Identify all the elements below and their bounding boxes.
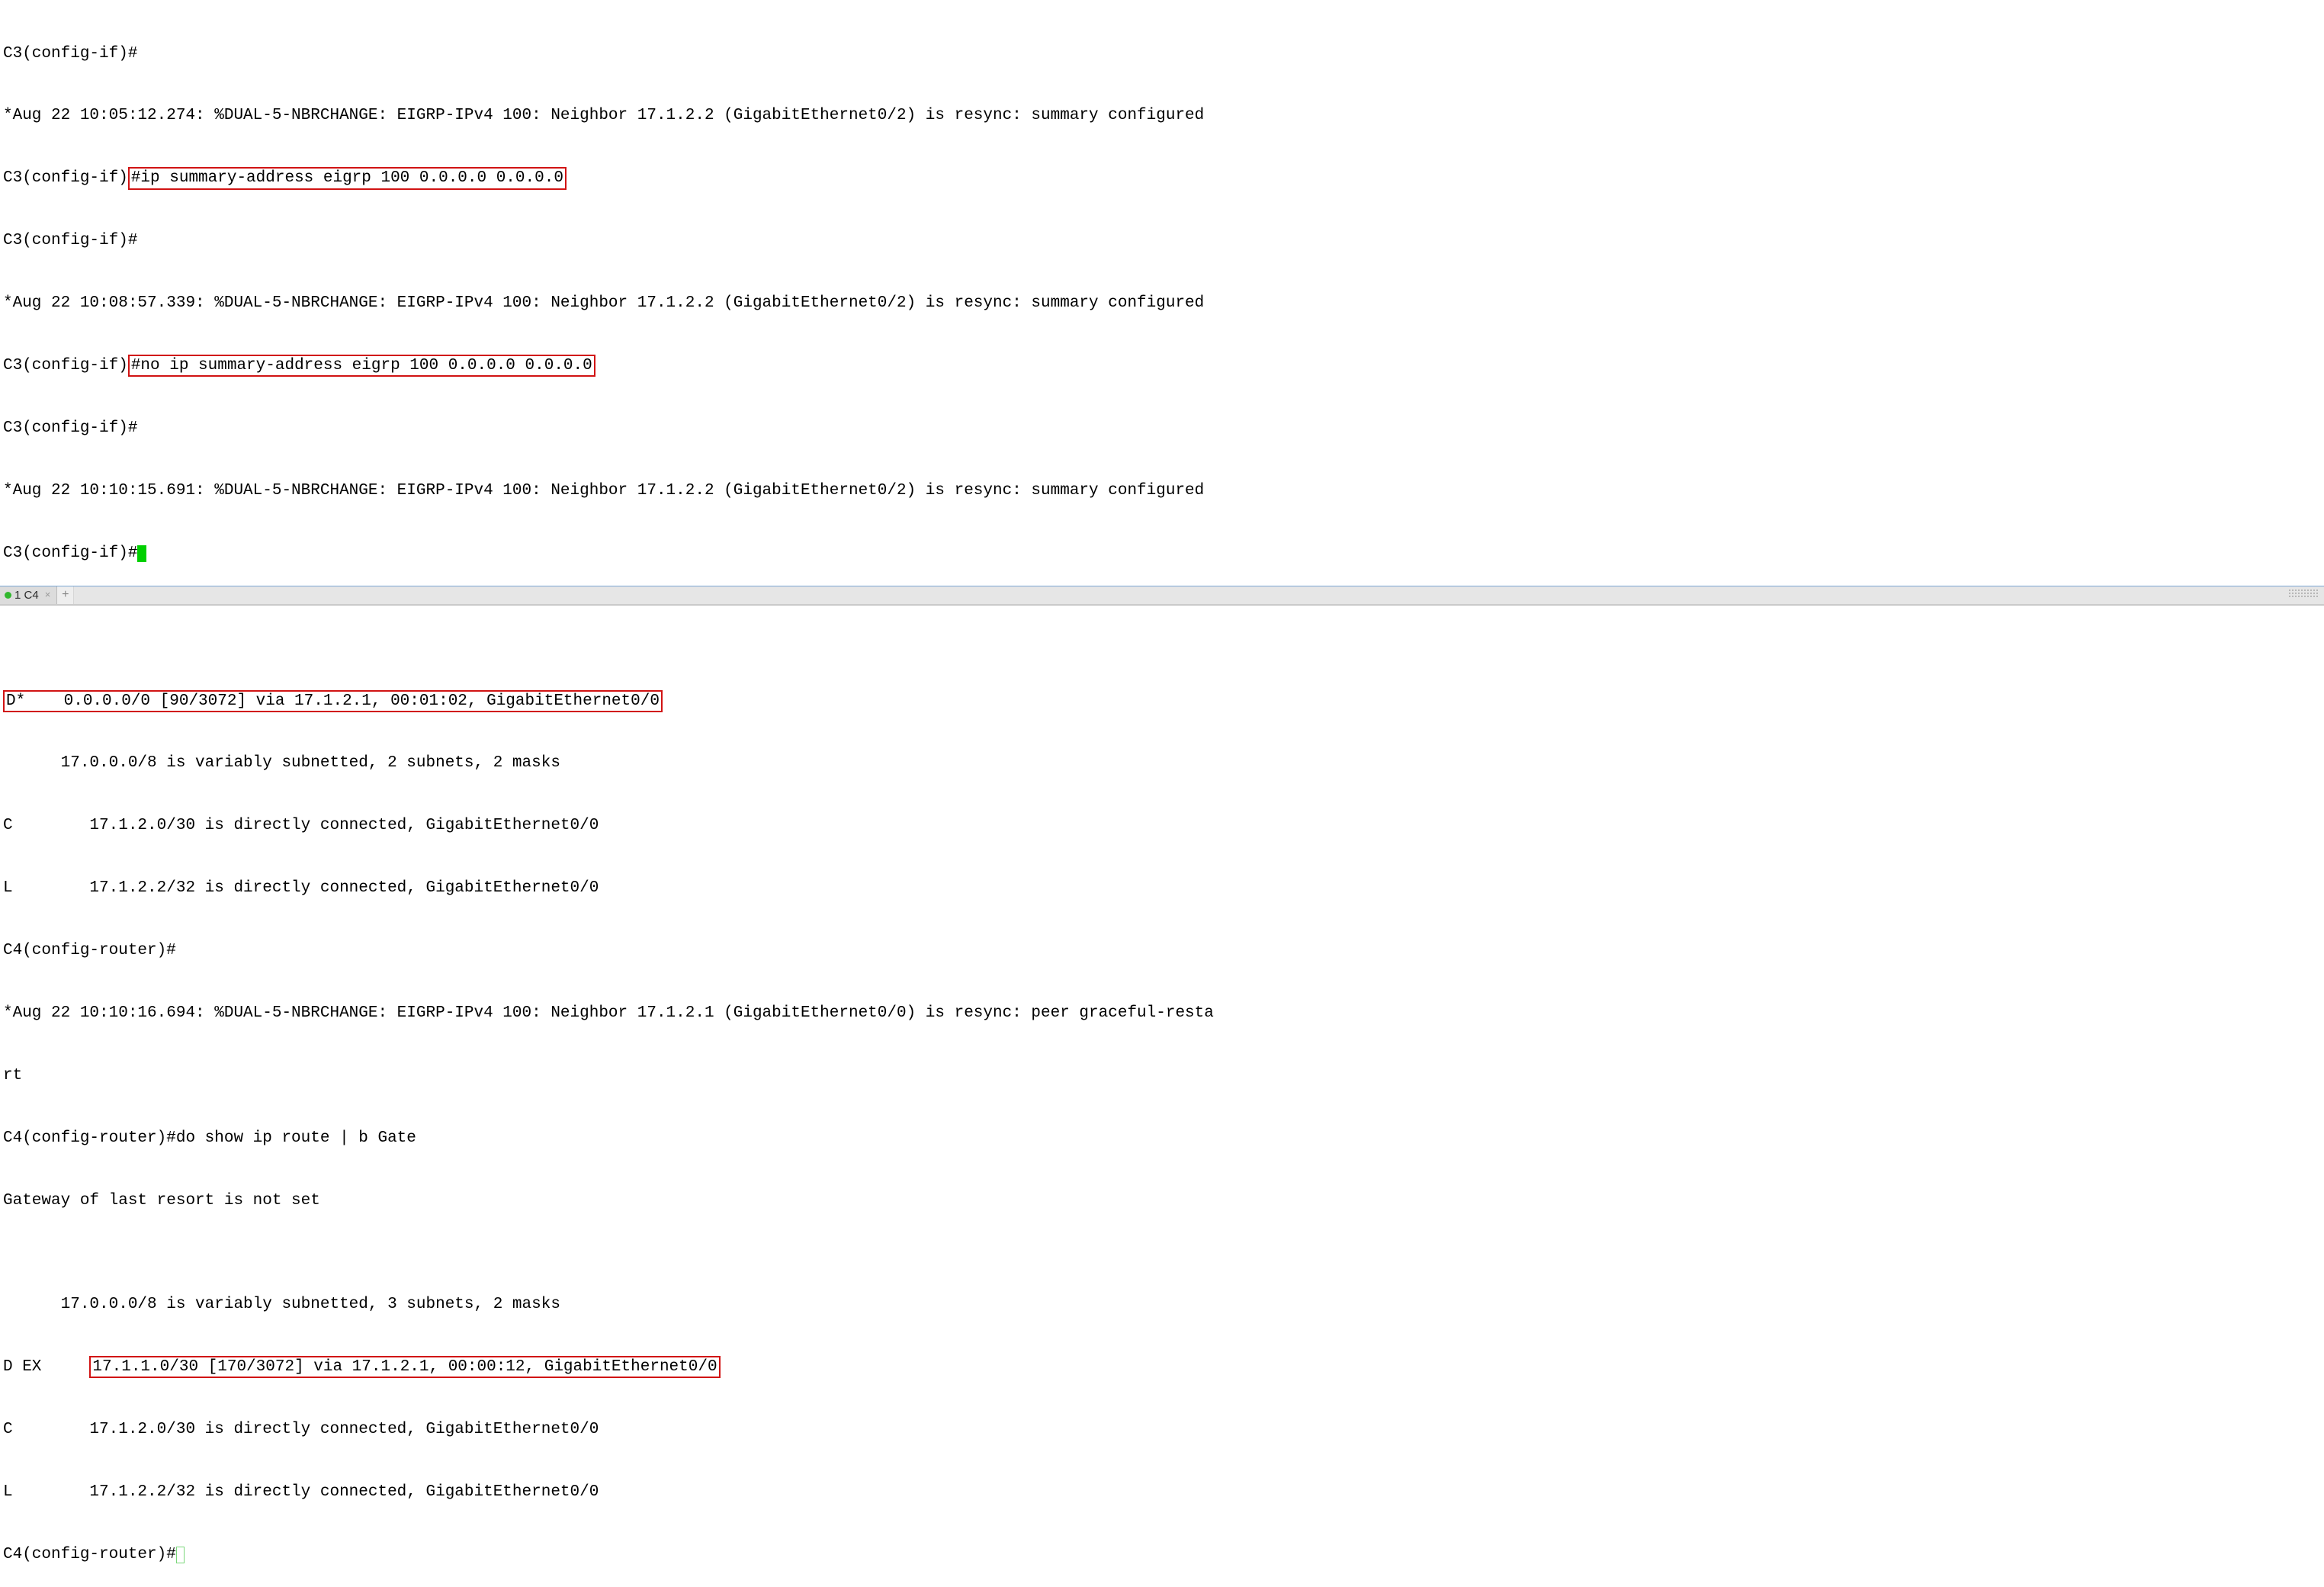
highlighted-route: 17.1.1.0/30 [170/3072] via 17.1.2.1, 00:… [89,1356,720,1378]
prompt-text: C3(config-if)# [3,545,137,562]
log-line-wrap: rt [3,1065,2321,1086]
tab-c4[interactable]: 1 C4 × [0,586,57,604]
log-line: *Aug 22 10:08:57.339: %DUAL-5-NBRCHANGE:… [3,293,2321,313]
route-line: 17.0.0.0/8 is variably subnetted, 2 subn… [3,753,2321,773]
prompt-line: C3(config-if)# [3,230,2321,251]
command-line: C3(config-if)#ip summary-address eigrp 1… [3,168,2321,188]
prompt-with-cursor[interactable]: C3(config-if)# [3,543,2321,564]
prompt-line: C4(config-router)# [3,940,2321,961]
status-dot-icon [5,592,11,599]
highlighted-command: #ip summary-address eigrp 100 0.0.0.0 0.… [128,167,567,189]
route-line: C 17.1.2.0/30 is directly connected, Gig… [3,815,2321,836]
cursor-icon [176,1547,185,1563]
prompt-text: C4(config-router)# [3,1546,176,1563]
plus-icon: + [62,587,69,603]
route-line: L 17.1.2.2/32 is directly connected, Gig… [3,878,2321,898]
route-line: 17.0.0.0/8 is variably subnetted, 3 subn… [3,1294,2321,1315]
prompt-line: C3(config-if)# [3,418,2321,439]
command-line: C4(config-router)#do show ip route | b G… [3,1128,2321,1148]
prompt-with-cursor[interactable]: C4(config-router)# [3,1544,2321,1565]
prompt-prefix: C3(config-if) [3,169,128,187]
log-line: *Aug 22 10:10:16.694: %DUAL-5-NBRCHANGE:… [3,1003,2321,1023]
tab-bar: 1 C4 × + [0,586,2324,605]
route-line: C 17.1.2.0/30 is directly connected, Gig… [3,1419,2321,1440]
cursor-icon [137,545,146,562]
log-line: *Aug 22 10:10:15.691: %DUAL-5-NBRCHANGE:… [3,480,2321,501]
terminal-pane-c4[interactable]: D* 0.0.0.0/0 [90/3072] via 17.1.2.1, 00:… [0,606,2324,1587]
add-tab-button[interactable]: + [57,586,74,604]
route-line: D EX 17.1.1.0/30 [170/3072] via 17.1.2.1… [3,1357,2321,1377]
prompt-prefix: C3(config-if) [3,357,128,374]
route-line: L 17.1.2.2/32 is directly connected, Gig… [3,1482,2321,1502]
pane-divider[interactable]: 1 C4 × + [0,586,2324,606]
tab-label: 1 C4 [14,588,39,603]
route-prefix: D EX [3,1358,89,1376]
highlighted-command: #no ip summary-address eigrp 100 0.0.0.0… [128,355,595,377]
highlighted-route: D* 0.0.0.0/0 [90/3072] via 17.1.2.1, 00:… [3,690,663,712]
log-line: *Aug 22 10:05:12.274: %DUAL-5-NBRCHANGE:… [3,105,2321,126]
grip-icon[interactable] [2289,590,2319,600]
output-line: Gateway of last resort is not set [3,1190,2321,1211]
terminal-pane-c3[interactable]: C3(config-if)# *Aug 22 10:05:12.274: %DU… [0,0,2324,586]
close-icon[interactable]: × [45,589,51,602]
route-line: D* 0.0.0.0/0 [90/3072] via 17.1.2.1, 00:… [3,691,2321,712]
command-line: C3(config-if)#no ip summary-address eigr… [3,355,2321,376]
prompt-line: C3(config-if)# [3,43,2321,64]
